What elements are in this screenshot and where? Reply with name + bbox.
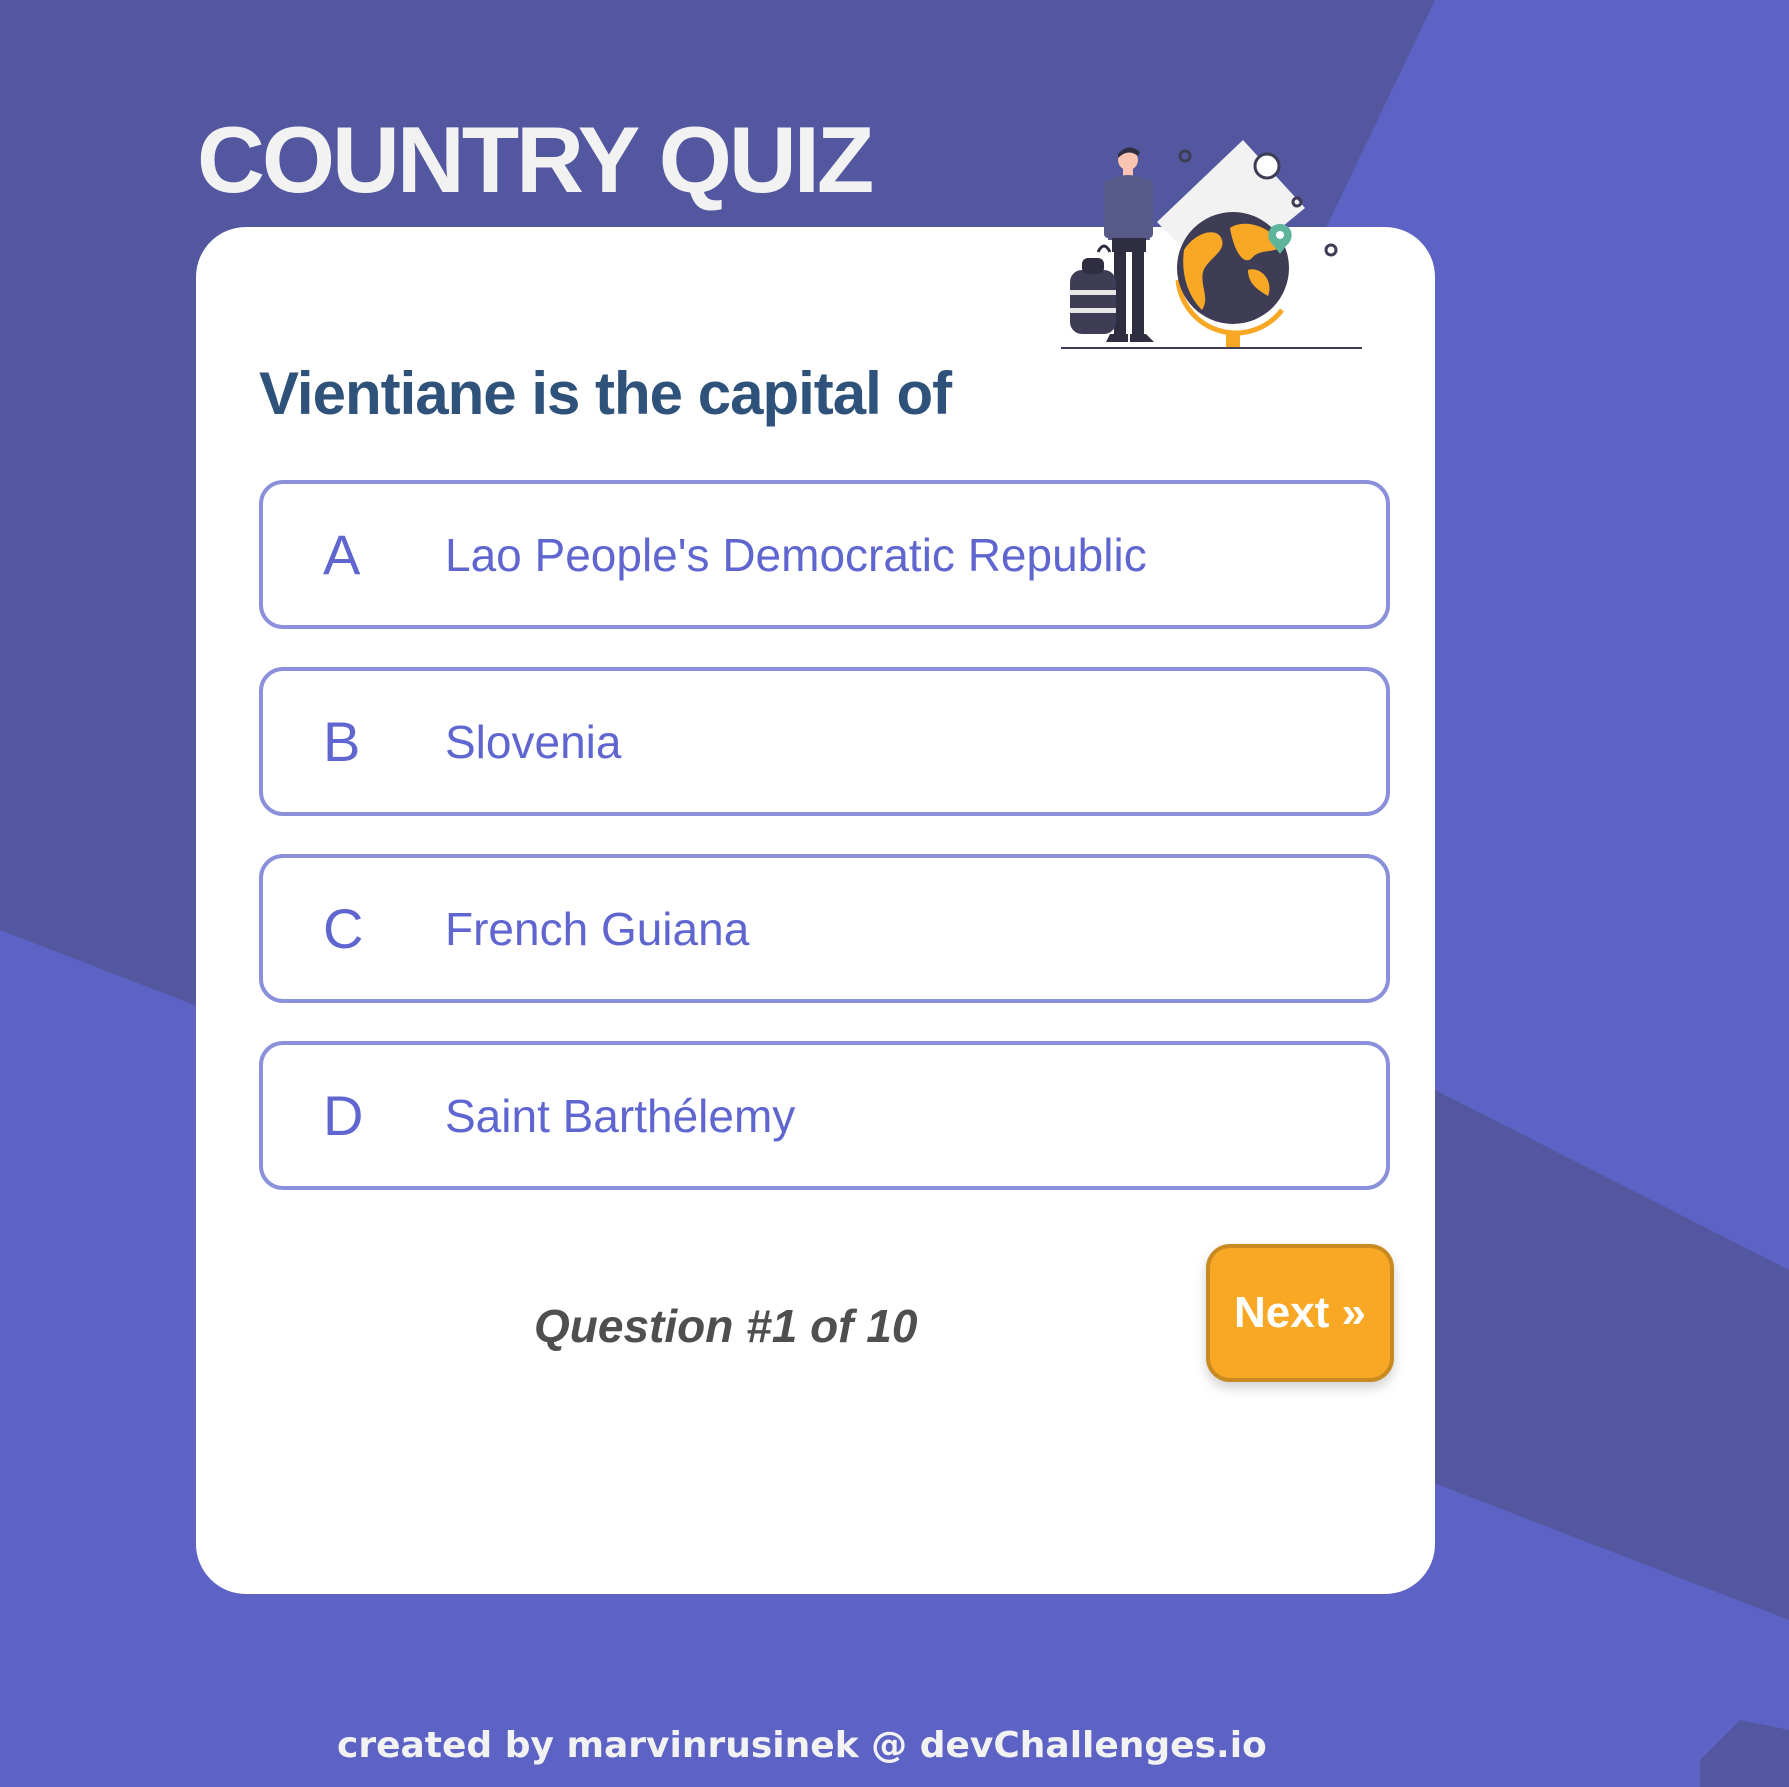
option-letter: A bbox=[323, 523, 361, 586]
option-label: Saint Barthélemy bbox=[445, 1089, 796, 1142]
option-letter: C bbox=[323, 897, 364, 960]
question-progress: Question #1 of 10 bbox=[534, 1300, 918, 1352]
next-button[interactable]: Next » bbox=[1206, 1244, 1394, 1382]
question-text: Vientiane is the capital of bbox=[259, 360, 952, 427]
option-letter: B bbox=[323, 710, 361, 773]
option-label: Slovenia bbox=[445, 715, 622, 768]
app-title: COUNTRY QUIZ bbox=[197, 107, 874, 212]
option-label: French Guiana bbox=[445, 902, 750, 955]
traveler-with-globe-illustration bbox=[1061, 140, 1362, 349]
answer-option-a[interactable]: A Lao People's Democratic Republic bbox=[259, 480, 1390, 629]
quiz-card: Vientiane is the capital of A Lao People… bbox=[196, 227, 1435, 1594]
answer-options: A Lao People's Democratic Republic B Slo… bbox=[259, 480, 1390, 1228]
answer-option-d[interactable]: D Saint Barthélemy bbox=[259, 1041, 1390, 1190]
option-letter: D bbox=[323, 1084, 364, 1147]
answer-option-b[interactable]: B Slovenia bbox=[259, 667, 1390, 816]
option-label: Lao People's Democratic Republic bbox=[445, 528, 1147, 581]
answer-option-c[interactable]: C French Guiana bbox=[259, 854, 1390, 1003]
footer-credit: created by marvinrusinek @ devChallenges… bbox=[337, 1725, 1267, 1766]
